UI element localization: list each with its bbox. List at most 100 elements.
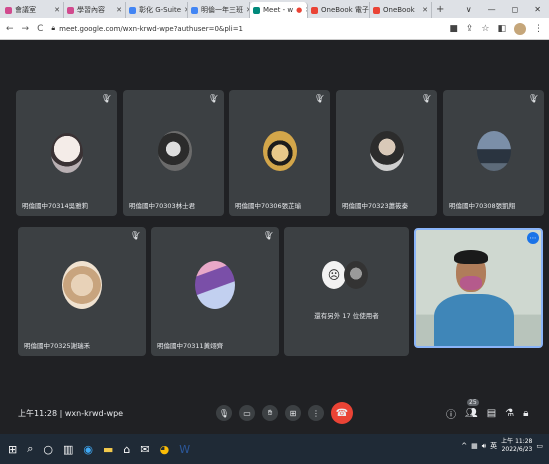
tab-close-icon[interactable]: ✕ (422, 6, 428, 14)
url-text: meet.google.com/wxn-krwd-wpe?authuser=0&… (59, 24, 244, 33)
ime-label[interactable]: 英 (490, 441, 497, 451)
search-icon[interactable]: ⌕ (27, 442, 33, 456)
word-icon[interactable]: W (179, 443, 190, 456)
participant-avatar (195, 261, 235, 309)
others-label: 還有另外 17 位使用者 (314, 312, 379, 320)
menu-dots-icon[interactable]: ⋮ (534, 24, 543, 34)
participant-avatar (62, 261, 102, 309)
sidebar-icon[interactable]: ◧ (497, 24, 506, 34)
tray-expand-icon[interactable]: ^ (461, 442, 467, 450)
tab-search-button[interactable]: ∨ (466, 2, 472, 18)
participant-tile[interactable]: 🎙︎̸ 明倫國中70325謝瑞禾 (18, 227, 146, 356)
network-icon[interactable]: ▦ (471, 442, 478, 450)
participant-name: 明倫國中70308張凱翔 (449, 202, 516, 210)
lock-icon: 🔒︎ (51, 24, 56, 32)
tab-label: Meet - w (263, 6, 294, 14)
mic-muted-icon: 🎙︎̸ (313, 94, 324, 103)
leave-call-button[interactable]: ☎ (331, 402, 353, 424)
url-field[interactable]: 🔒︎ meet.google.com/wxn-krwd-wpe?authuser… (51, 24, 441, 33)
participant-tile[interactable]: 🎙︎̸ 明倫國中70308張凱翔 (443, 90, 544, 216)
participant-name: 明倫國中70303林士君 (129, 202, 196, 210)
camera-icon: ▭ (243, 408, 251, 418)
participant-name: 明倫國中70314吳雅莉 (22, 202, 89, 210)
mic-muted-icon: 🎙︎̸ (100, 94, 111, 103)
browser-tab[interactable]: OneBook ✕ (370, 2, 432, 18)
participant-tile[interactable]: 🎙︎̸ 明倫國中70323蕭筱秦 (336, 90, 437, 216)
participant-avatar (263, 131, 297, 171)
edge-icon[interactable]: ◉ (83, 443, 93, 456)
mic-button[interactable]: 🎙︎ (216, 405, 232, 421)
address-bar-actions: ■ ⇪ ☆ ◧ ⋮ (449, 22, 543, 35)
self-menu-button[interactable]: ⋯ (527, 232, 539, 244)
tab-label: OneBook 電子 (321, 6, 369, 14)
participant-name: 明倫國中70323蕭筱秦 (342, 202, 409, 210)
participant-tile[interactable]: 🎙︎̸ 明倫國中70314吳雅莉 (16, 90, 117, 216)
participant-tile[interactable]: 🎙︎̸ 明倫國中70311黃翊齊 (151, 227, 279, 356)
tab-label: 會議室 (15, 6, 36, 14)
address-bar: ← → C 🔒︎ meet.google.com/wxn-krwd-wpe?au… (0, 18, 549, 40)
separator: | (59, 408, 63, 418)
tab-close-icon[interactable]: ✕ (54, 6, 60, 14)
host-controls-icon[interactable]: 🔒︎ (523, 408, 528, 419)
participant-name: 明倫國中70325謝瑞禾 (24, 342, 91, 350)
tab-favicon-icon (373, 6, 380, 14)
camera-button[interactable]: ▭ (239, 405, 255, 421)
tab-label: 明倫一年三班 (201, 6, 243, 14)
window-controls: ∨ — ◻ ✕ (466, 2, 549, 18)
browser-tab[interactable]: 彰化 G-Suite✕ (126, 2, 188, 18)
meeting-time: 上午11:28 (18, 408, 58, 418)
profile-avatar[interactable] (514, 22, 526, 35)
center-controls: 🎙︎ ▭ ✋︎ ⊞ ⋮ ☎ (216, 402, 353, 424)
maximize-button[interactable]: ◻ (512, 2, 519, 18)
windows-start-icon[interactable]: ⊞ (8, 443, 17, 456)
participant-tile[interactable]: 🎙︎̸ 明倫國中70306張芷瑜 (229, 90, 330, 216)
back-icon[interactable]: ← (6, 24, 14, 34)
raise-hand-button[interactable]: ✋︎ (262, 405, 278, 421)
self-hair (454, 250, 488, 264)
taskbar-clock[interactable]: 上午 11:28 2022/6/23 (501, 438, 532, 454)
browser-tab[interactable]: 明倫一年三班✕ (188, 2, 250, 18)
browser-tab[interactable]: 學習內容 ✕ (64, 2, 126, 18)
clock-time: 上午 11:28 (501, 438, 533, 445)
volume-icon[interactable]: 🔊︎ (482, 442, 486, 451)
present-button[interactable]: ⊞ (285, 405, 301, 421)
info-icon[interactable]: ⓘ (446, 406, 456, 421)
reload-icon[interactable]: C (37, 24, 43, 34)
participant-tile[interactable]: 🎙︎̸ 明倫國中70303林士君 (123, 90, 224, 216)
chat-icon[interactable]: ▤ (487, 408, 496, 419)
more-vert-icon: ⋮ (312, 408, 320, 418)
cortana-icon[interactable]: ○ (43, 443, 53, 456)
people-button[interactable]: 👥︎ 25 (465, 398, 479, 419)
mic-muted-icon: 🎙︎̸ (207, 94, 218, 103)
tab-close-icon[interactable]: ✕ (116, 6, 122, 14)
system-tray: ^ ▦ 🔊︎ 英 上午 11:28 2022/6/23 ▭ (461, 438, 543, 454)
tab-label: OneBook (383, 6, 415, 14)
share-icon[interactable]: ⇪ (466, 24, 474, 34)
browser-tab[interactable]: 會議室 ✕ (2, 2, 64, 18)
close-window-button[interactable]: ✕ (534, 2, 541, 18)
mail-icon[interactable]: ✉ (140, 443, 149, 456)
others-tile[interactable]: ☹ 還有另外 17 位使用者 (284, 227, 409, 356)
meeting-code: wxn-krwd-wpe (64, 408, 124, 418)
minimize-button[interactable]: — (488, 2, 496, 18)
task-view-icon[interactable]: ▥ (63, 443, 73, 456)
browser-tab[interactable]: OneBook 電子✕ (308, 2, 370, 18)
activities-icon[interactable]: ⚗ (505, 408, 514, 419)
notifications-icon[interactable]: ▭ (536, 442, 543, 450)
participant-name: 明倫國中70311黃翊齊 (157, 342, 224, 350)
chrome-icon[interactable]: ◕ (160, 443, 170, 456)
more-options-button[interactable]: ⋮ (308, 405, 324, 421)
browser-tab-active[interactable]: Meet - w●✕ (250, 2, 308, 18)
mic-muted-icon: 🎙︎̸ (420, 94, 431, 103)
meeting-controls-bar: 上午11:28 | wxn-krwd-wpe 🎙︎ ▭ ✋︎ ⊞ ⋮ ☎ ⓘ 👥… (0, 392, 549, 434)
recording-dot-icon: ● (296, 6, 303, 14)
participant-name: 明倫國中70306張芷瑜 (235, 202, 302, 210)
present-icon: ⊞ (289, 408, 297, 418)
store-icon[interactable]: ⌂ (123, 443, 130, 456)
bookmark-star-icon[interactable]: ☆ (481, 24, 489, 34)
self-video-tile[interactable]: ⋯ (414, 228, 543, 348)
forward-icon[interactable]: → (22, 24, 30, 34)
camera-indicator-icon[interactable]: ■ (449, 24, 458, 34)
file-explorer-icon[interactable]: ▬ (103, 443, 113, 456)
new-tab-button[interactable]: + (436, 2, 444, 18)
